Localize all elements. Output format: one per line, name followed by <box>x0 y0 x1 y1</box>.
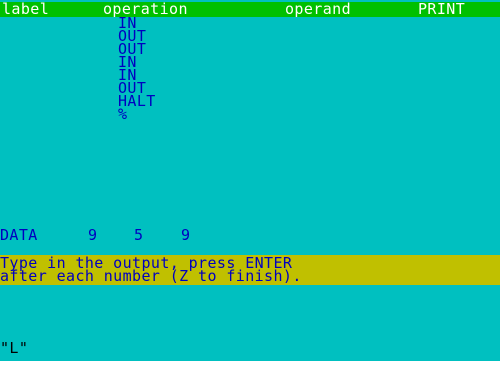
data-value: 5 <box>134 226 144 244</box>
operand-column-header: operand <box>285 0 352 18</box>
spectrum-screen: label operation operand PRINT IN OUT OUT… <box>0 0 500 361</box>
data-label: DATA <box>0 226 38 244</box>
instruction-prompt: Type in the output, press ENTER after ea… <box>0 255 500 285</box>
label-column-header: label <box>2 0 50 18</box>
data-line: DATA 9 5 9 <box>0 226 500 244</box>
print-column-header: PRINT <box>418 0 466 18</box>
data-value: 9 <box>88 226 98 244</box>
column-header-bar: label operation operand PRINT <box>0 2 500 17</box>
operation-column-header: operation <box>103 0 188 18</box>
data-value: 9 <box>181 226 191 244</box>
prompt-line-2: after each number (Z to finish). <box>0 267 302 285</box>
input-cursor[interactable]: "L" <box>0 341 28 356</box>
program-operation: % <box>118 105 128 123</box>
